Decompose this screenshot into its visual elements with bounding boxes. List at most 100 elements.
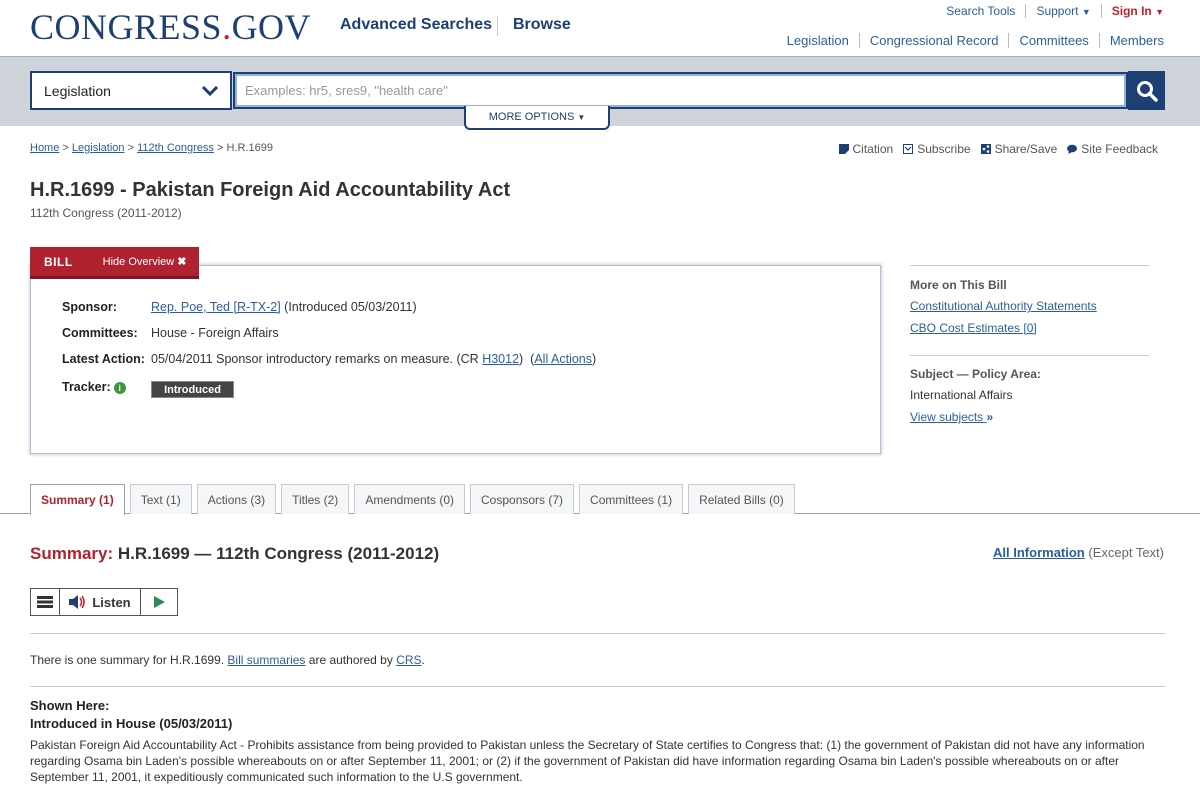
search-input[interactable] — [233, 72, 1128, 109]
sidebar-divider — [910, 265, 1149, 266]
all-actions-link[interactable]: All Actions — [534, 352, 592, 366]
authored-by-text: are authored by — [308, 653, 393, 667]
sponsor-label: Sponsor: — [62, 300, 117, 314]
tab-related-bills[interactable]: Related Bills (0) — [688, 484, 795, 514]
search-button[interactable] — [1128, 71, 1165, 110]
play-button[interactable] — [141, 589, 177, 615]
nav-legislation[interactable]: Legislation — [777, 33, 859, 48]
breadcrumb-separator: > — [127, 142, 134, 154]
tracker-label: Tracker: i — [62, 380, 126, 394]
constitutional-authority-link[interactable]: Constitutional Authority Statements — [910, 299, 1097, 313]
citation-icon — [838, 144, 849, 154]
listen-button[interactable]: Listen — [60, 589, 141, 615]
share-save-button[interactable]: Share/Save — [980, 142, 1057, 156]
summary-version-label: Introduced in House (05/03/2011) — [30, 716, 233, 731]
subscribe-icon — [903, 144, 914, 154]
latest-action-value: 05/04/2011 Sponsor introductory remarks … — [151, 352, 597, 366]
citation-button[interactable]: Citation — [838, 142, 894, 156]
crs-link[interactable]: CRS — [396, 653, 421, 667]
view-subjects-link[interactable]: View subjects » — [910, 410, 993, 424]
tab-text[interactable]: Text (1) — [129, 484, 192, 514]
view-subjects-label: View subjects — [910, 410, 984, 424]
period-text: . — [421, 653, 425, 667]
breadcrumb-separator: > — [62, 142, 69, 154]
sponsor-link[interactable]: Rep. Poe, Ted [R-TX-2] — [151, 300, 281, 314]
sign-in-menu[interactable]: Sign In ▼ — [1100, 4, 1164, 18]
more-options-toggle[interactable]: MORE OPTIONS ▼ — [464, 106, 610, 130]
chevron-down-icon: ▼ — [577, 113, 586, 122]
sponsor-introduced-date: (Introduced 05/03/2011) — [284, 300, 417, 314]
bill-summaries-link[interactable]: Bill summaries — [227, 653, 305, 667]
citation-label: Citation — [852, 142, 894, 156]
search-tools-link[interactable]: Search Tools — [936, 4, 1025, 18]
listen-label: Listen — [92, 594, 131, 610]
latest-action-text: 05/04/2011 Sponsor introductory remarks … — [151, 352, 479, 366]
sign-in-label: Sign In — [1111, 4, 1152, 18]
speaker-icon — [69, 595, 86, 609]
bill-tab: BILL Hide Overview ✖ — [30, 247, 199, 279]
share-icon — [980, 144, 991, 154]
summary-count-text: There is one summary for H.R.1699. — [30, 653, 225, 667]
sidebar-divider — [910, 355, 1149, 356]
cr-link[interactable]: H3012 — [482, 352, 519, 366]
policy-area-value: International Affairs — [910, 388, 1013, 402]
page-title: H.R.1699 - Pakistan Foreign Aid Accounta… — [30, 179, 511, 201]
info-icon[interactable]: i — [113, 382, 126, 394]
tab-actions[interactable]: Actions (3) — [196, 484, 277, 514]
nav-committees[interactable]: Committees — [1008, 33, 1098, 48]
divider — [30, 686, 1165, 687]
summary-text: Pakistan Foreign Aid Accountability Act … — [30, 738, 1145, 784]
caret-down-icon: ▼ — [1081, 7, 1091, 17]
summary-heading: Summary: H.R.1699 — 112th Congress (2011… — [30, 544, 439, 564]
more-on-bill-heading: More on This Bill — [910, 278, 1007, 292]
hide-overview-label: Hide Overview — [102, 256, 175, 268]
tab-amendments[interactable]: Amendments (0) — [354, 484, 466, 514]
breadcrumb-home[interactable]: Home — [30, 142, 59, 154]
menu-icon — [37, 596, 53, 608]
shown-here-label: Shown Here: — [30, 698, 110, 713]
congress-gov-logo[interactable]: CONGRESS.GOV — [30, 6, 311, 48]
support-menu[interactable]: Support ▼ — [1025, 4, 1100, 18]
all-information-link[interactable]: All Information — [993, 545, 1085, 560]
support-label: Support — [1036, 4, 1079, 18]
nav-congressional-record[interactable]: Congressional Record — [858, 33, 1009, 48]
committees-value: House - Foreign Affairs — [151, 326, 279, 340]
breadcrumb-112th-congress[interactable]: 112th Congress — [137, 142, 214, 154]
nav-divider — [497, 16, 498, 36]
tab-summary[interactable]: Summary (1) — [30, 484, 125, 515]
tab-cosponsors[interactable]: Cosponsors (7) — [470, 484, 575, 514]
player-menu-button[interactable] — [31, 589, 60, 615]
logo-tld: GOV — [231, 7, 312, 47]
summary-heading-label: Summary: — [30, 544, 114, 563]
committees-label: Committees: — [62, 326, 138, 340]
site-feedback-button[interactable]: Site Feedback — [1067, 142, 1158, 156]
breadcrumb-current: H.R.1699 — [226, 142, 273, 154]
hide-overview-button[interactable]: Hide Overview ✖ — [103, 255, 187, 268]
sponsor-value: Rep. Poe, Ted [R-TX-2] (Introduced 05/03… — [151, 300, 417, 314]
congress-subtitle: 112th Congress (2011-2012) — [30, 206, 182, 220]
latest-action-label: Latest Action: — [62, 352, 145, 366]
summary-count-note: There is one summary for H.R.1699. Bill … — [30, 653, 425, 667]
double-chevron-right-icon: » — [986, 410, 994, 424]
all-information-suffix: (Except Text) — [1088, 545, 1164, 560]
collection-select-value: Legislation — [44, 82, 111, 99]
breadcrumb-legislation[interactable]: Legislation — [72, 142, 125, 154]
chevron-down-icon — [202, 85, 218, 96]
site-feedback-label: Site Feedback — [1081, 142, 1158, 156]
tracker-label-text: Tracker: — [62, 380, 111, 394]
more-options-label: MORE OPTIONS — [488, 111, 575, 123]
subscribe-button[interactable]: Subscribe — [903, 142, 971, 156]
caret-down-icon: ▼ — [1155, 7, 1164, 17]
collection-select[interactable]: Legislation — [30, 71, 232, 110]
play-icon — [153, 596, 165, 608]
nav-members[interactable]: Members — [1098, 33, 1164, 48]
listen-player: Listen — [30, 588, 178, 616]
utility-nav: Search Tools Support ▼ Sign In ▼ — [936, 4, 1164, 18]
cbo-cost-estimates-link[interactable]: CBO Cost Estimates [0] — [910, 321, 1037, 335]
advanced-searches-link[interactable]: Advanced Searches — [340, 16, 492, 34]
secondary-nav: Legislation Congressional Record Committ… — [777, 33, 1164, 48]
tab-titles[interactable]: Titles (2) — [281, 484, 350, 514]
tab-committees[interactable]: Committees (1) — [579, 484, 684, 514]
browse-link[interactable]: Browse — [513, 16, 571, 34]
bill-tab-label: BILL — [44, 254, 73, 269]
